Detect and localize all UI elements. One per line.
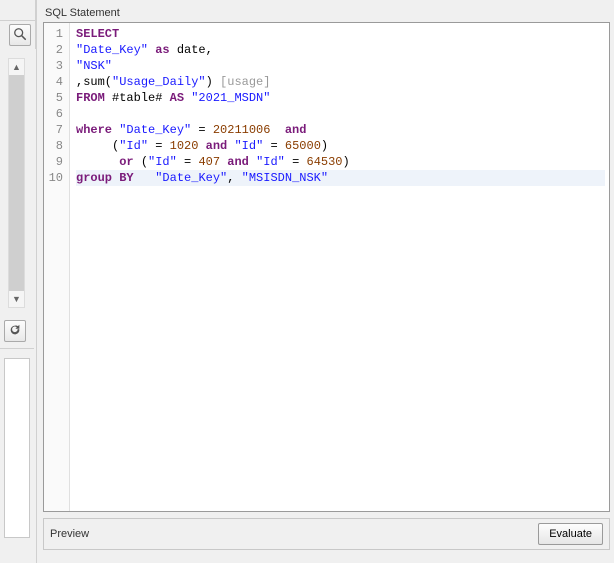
line-number: 5 [44,90,69,106]
evaluate-button[interactable]: Evaluate [538,523,603,545]
code-line[interactable]: SELECT [76,26,605,42]
code-line[interactable]: where "Date_Key" = 20211006 and [76,122,605,138]
line-number: 9 [44,154,69,170]
left-header-strip [0,0,36,21]
line-number: 3 [44,58,69,74]
search-button[interactable] [9,24,31,46]
code-area[interactable]: SELECT"Date_Key" as date,"NSK",sum("Usag… [70,23,609,511]
main-area: SQL Statement 12345678910 SELECT"Date_Ke… [36,0,614,563]
refresh-icon [8,323,22,340]
left-divider [0,348,34,349]
search-icon [13,27,27,44]
line-number: 6 [44,106,69,122]
code-line[interactable]: ("Id" = 1020 and "Id" = 65000) [76,138,605,154]
line-gutter: 12345678910 [44,23,70,511]
line-number: 2 [44,42,69,58]
line-number: 4 [44,74,69,90]
scroll-thumb[interactable] [9,75,24,291]
preview-label: Preview [50,528,89,540]
code-line[interactable]: "Date_Key" as date, [76,42,605,58]
code-line[interactable]: FROM #table# AS "2021_MSDN" [76,90,605,106]
panel-title: SQL Statement [43,4,610,22]
sql-statement-panel: SQL Statement 12345678910 SELECT"Date_Ke… [43,4,610,512]
line-number: 1 [44,26,69,42]
sql-editor[interactable]: 12345678910 SELECT"Date_Key" as date,"NS… [43,22,610,512]
scroll-down-arrow-icon[interactable]: ▼ [9,291,24,307]
code-line[interactable]: ,sum("Usage_Daily") [usage] [76,74,605,90]
left-toolbar [0,21,36,49]
line-number: 7 [44,122,69,138]
code-line[interactable] [76,106,605,122]
line-number: 8 [44,138,69,154]
left-scrollbar[interactable]: ▲ ▼ [8,58,25,308]
left-lower-panel [4,358,30,538]
preview-bar: Preview Evaluate [43,518,610,550]
code-line[interactable]: or ("Id" = 407 and "Id" = 64530) [76,154,605,170]
scroll-up-arrow-icon[interactable]: ▲ [9,59,24,75]
refresh-button[interactable] [4,320,26,342]
code-line[interactable]: "NSK" [76,58,605,74]
left-sidebar: ▲ ▼ [0,0,36,563]
line-number: 10 [44,170,69,186]
code-line[interactable]: group BY "Date_Key", "MSISDN_NSK" [76,170,605,186]
